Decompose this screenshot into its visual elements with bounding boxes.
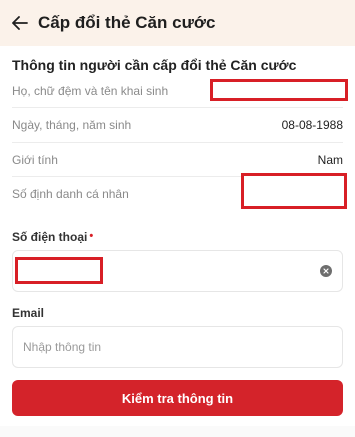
- birth-date-value: 08-08-1988: [281, 118, 343, 132]
- section-title: Thông tin người cần cấp đổi thẻ Căn cước: [12, 57, 297, 73]
- gender-label: Giới tính: [12, 152, 58, 167]
- birth-date-label: Ngày, tháng, năm sinh: [12, 118, 132, 132]
- required-mark: •: [89, 230, 94, 242]
- redaction-box-id-number: [241, 173, 347, 209]
- full-name-label: Họ, chữ đệm và tên khai sinh: [12, 83, 169, 98]
- clear-circle-icon[interactable]: [320, 265, 332, 277]
- phone-label: Số điện thoại •: [12, 230, 94, 244]
- email-label: Email: [12, 306, 45, 320]
- email-input[interactable]: [23, 340, 332, 354]
- app-header: Cấp đổi thẻ Căn cước: [0, 0, 355, 46]
- bottom-bar: [0, 426, 355, 437]
- gender-value: Nam: [317, 152, 343, 167]
- redaction-box-full-name: [210, 79, 348, 101]
- check-info-button[interactable]: Kiểm tra thông tin: [12, 380, 343, 416]
- arrow-left-icon: [12, 16, 28, 30]
- email-field[interactable]: [12, 326, 343, 368]
- back-button[interactable]: [2, 0, 38, 46]
- info-row-birth-date: Ngày, tháng, năm sinh 08-08-1988: [12, 108, 343, 143]
- info-row-gender: Giới tính Nam: [12, 143, 343, 177]
- page-title: Cấp đổi thẻ Căn cước: [38, 13, 216, 32]
- redaction-box-phone: [15, 257, 103, 284]
- id-number-label: Số định danh cá nhân: [12, 187, 129, 201]
